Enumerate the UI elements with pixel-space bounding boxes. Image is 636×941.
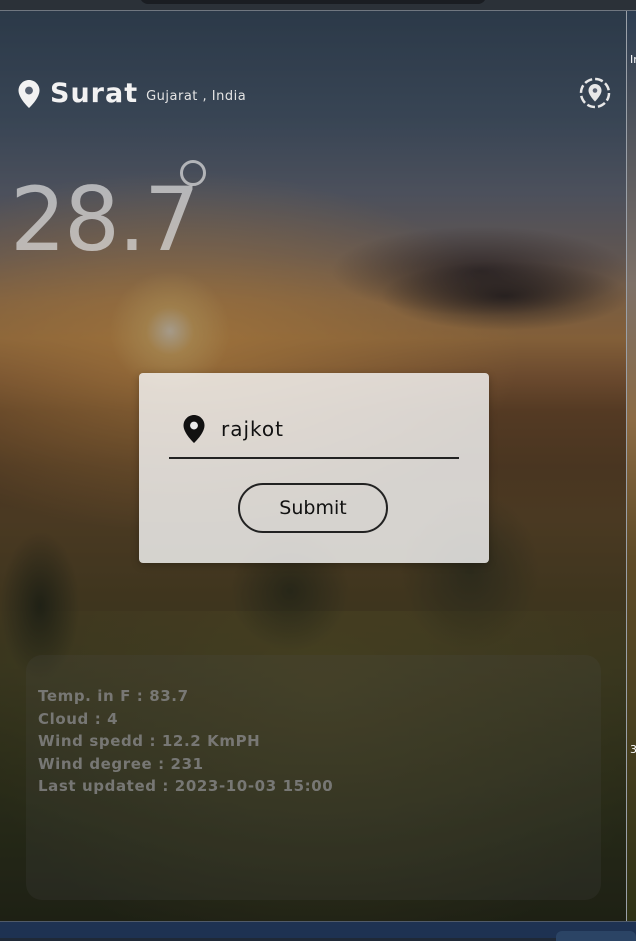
degree-symbol [180, 160, 206, 186]
detail-temp-f: Temp. in F : 83.7 [38, 687, 189, 705]
map-pin-icon [183, 415, 205, 443]
temperature-value: 28.7 [10, 168, 200, 271]
detail-wind-degree: Wind degree : 231 [38, 754, 204, 773]
submit-button[interactable]: Submit [238, 483, 388, 533]
search-card: Submit [139, 373, 489, 563]
detail-last-updated: Last updated : 2023-10-03 15:00 [38, 777, 334, 795]
detail-cloud: Cloud : 4 [38, 709, 119, 728]
adjacent-window-text: In [630, 53, 636, 66]
detail-wind-speed: Wind spedd : 12.2 KmPH [38, 732, 261, 750]
city-search-input[interactable] [219, 411, 453, 447]
window-top-notch [140, 0, 486, 4]
location-header: Surat Gujarat , India [18, 78, 246, 109]
taskbar [0, 921, 636, 941]
map-pin-icon [18, 79, 40, 108]
weather-details-panel: Temp. in F : 83.7 Cloud : 4 Wind spedd :… [26, 655, 601, 900]
taskbar-tray [556, 931, 636, 941]
locate-me-button[interactable] [578, 76, 612, 110]
window-top-bar [0, 0, 636, 11]
adjacent-window-text: 3 [630, 743, 636, 756]
city-name: Surat [50, 78, 139, 109]
region-name: Gujarat , India [146, 89, 247, 104]
crosshair-location-icon [579, 77, 611, 109]
weather-details-list: Temp. in F : 83.7 Cloud : 4 Wind spedd :… [38, 685, 333, 798]
city-search-field [169, 405, 459, 459]
adjacent-window-edge: In 3 [626, 11, 636, 921]
